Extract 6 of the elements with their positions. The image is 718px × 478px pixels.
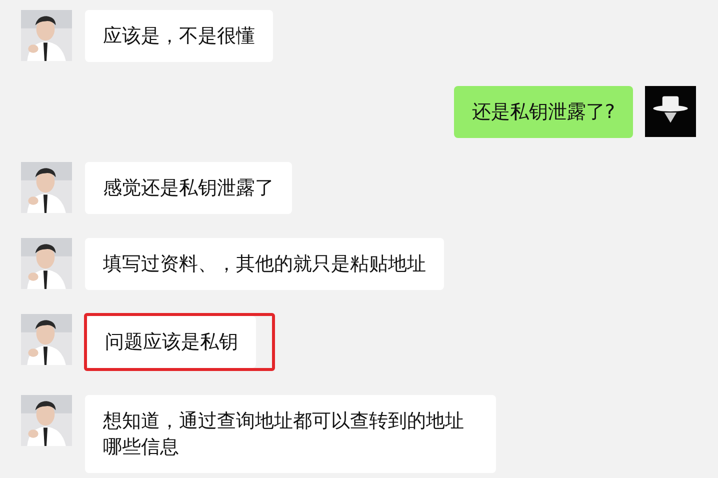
message-bubble: 问题应该是私钥 [87,316,256,368]
message-bubble: 想知道，通过查询地址都可以查转到的地址哪些信息 [85,395,496,473]
message-bubble: 应该是，不是很懂 [85,10,273,62]
message-bubble: 填写过资料、，其他的就只是粘贴地址 [85,238,444,290]
message-bubble: 感觉还是私钥泄露了 [85,162,292,214]
message-bubble: 还是私钥泄露了? [454,86,633,138]
